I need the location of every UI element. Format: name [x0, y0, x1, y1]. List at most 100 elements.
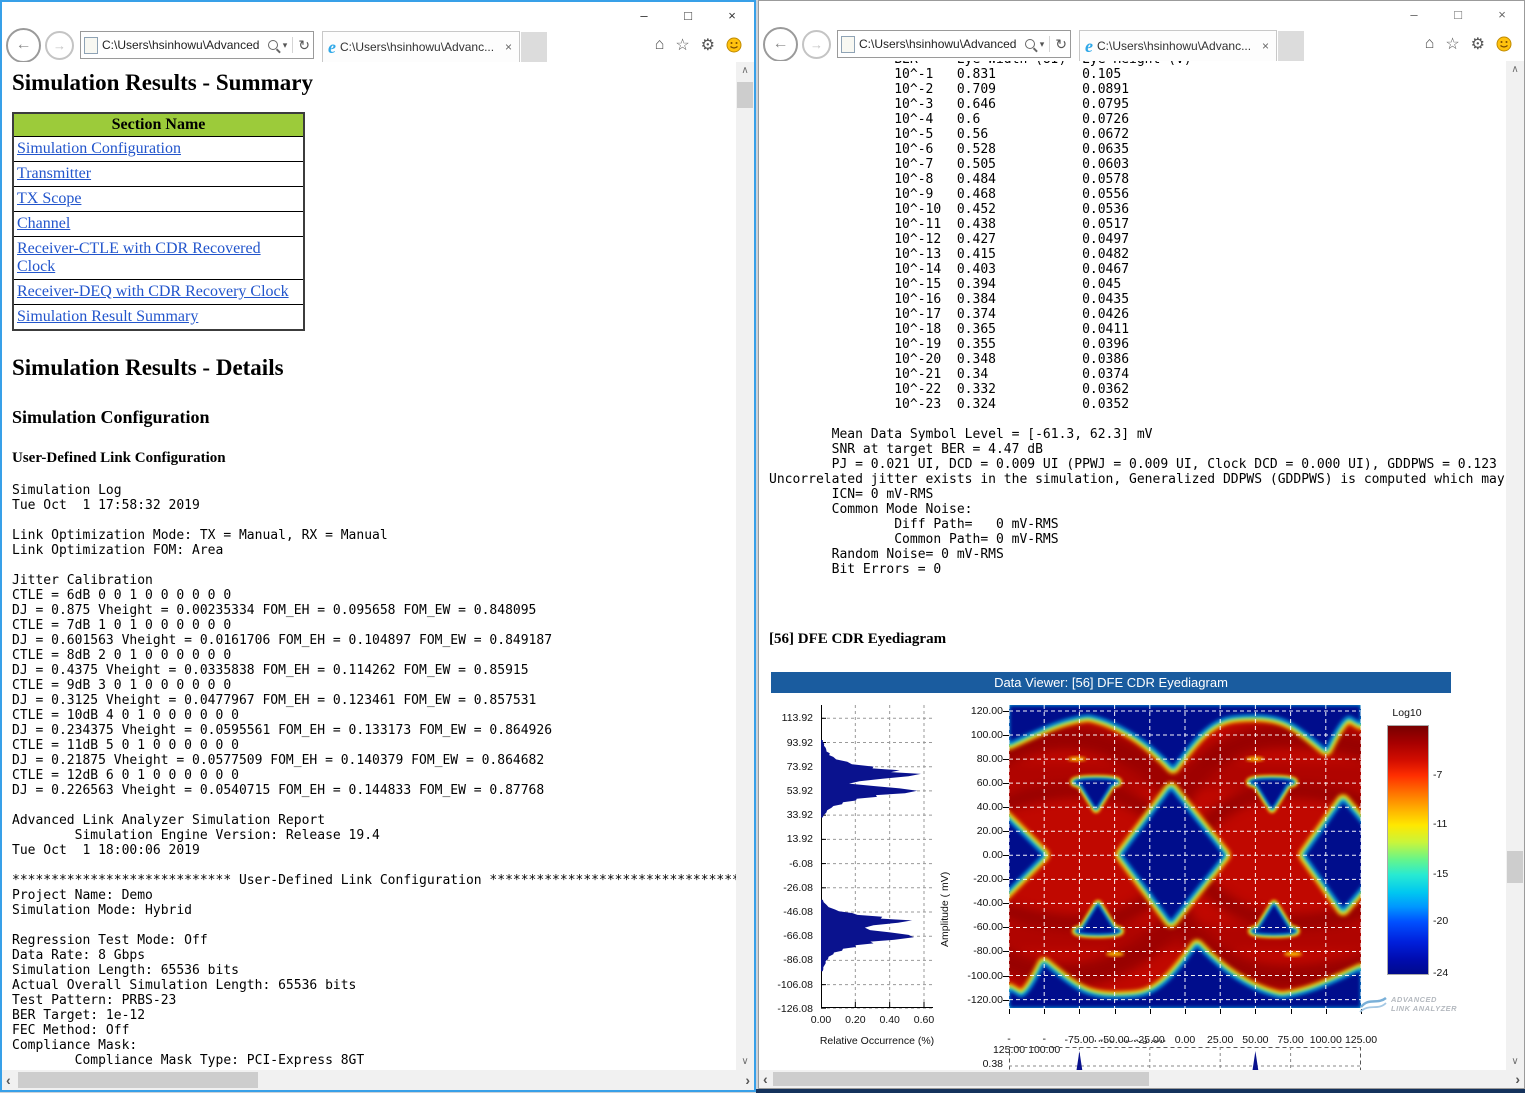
minimize-button[interactable]: – [1392, 1, 1436, 27]
colorbar [1387, 725, 1429, 975]
browser-tab[interactable]: e C:\Users\hsinhowu\Advanc... × [322, 31, 520, 62]
maximize-button[interactable]: □ [666, 2, 710, 28]
settings-icon[interactable]: ⚙ [1471, 34, 1485, 54]
scrollbar-thumb[interactable] [773, 1072, 1149, 1086]
vertical-scrollbar[interactable]: ∧ ∨ [1506, 61, 1524, 1070]
toc-link-6[interactable]: Receiver-DEQ with CDR Recovery Clock [17, 283, 289, 300]
toc-link-3[interactable]: TX Scope [17, 190, 81, 207]
new-tab-button[interactable] [521, 32, 547, 62]
eyediagram-heading: [56] DFE CDR Eyediagram [769, 631, 946, 648]
ber-table-and-summary: BER Eye Width (UI) Eye Height (V) 10^-1 … [769, 61, 1505, 577]
scrollbar-thumb[interactable] [18, 1072, 258, 1088]
scroll-down-arrow[interactable]: ∨ [736, 1056, 754, 1067]
toc-row: Channel [13, 212, 304, 237]
browser-tab[interactable]: e C:\Users\hsinhowu\Advanc... × [1079, 30, 1277, 61]
feedback-smiley-icon[interactable] [726, 37, 742, 53]
amp-x-tick-label: 0.00 [805, 1014, 837, 1026]
minimize-button[interactable]: – [622, 2, 666, 28]
address-bar[interactable]: C:\Users\hsinhowu\Advanced ▾ ↻ [80, 31, 314, 59]
tab-close-icon[interactable]: × [503, 40, 514, 54]
toc-row: Simulation Configuration [13, 137, 304, 162]
back-button[interactable]: ← [6, 28, 41, 63]
toc-cell: Simulation Result Summary [13, 305, 304, 331]
horizontal-scrollbar[interactable]: ‹ › [2, 1070, 754, 1090]
colorbar-tick-label: -15 [1433, 868, 1448, 880]
chevron-down-icon[interactable]: ▾ [283, 40, 288, 51]
horizontal-scrollbar[interactable]: ‹ › [759, 1070, 1524, 1088]
scrollbar-thumb[interactable] [737, 82, 753, 108]
feedback-smiley-icon[interactable] [1496, 36, 1512, 52]
toc-link-5[interactable]: Receiver-CTLE with CDR Recovered Clock [17, 240, 261, 275]
colorbar-tick-label: -7 [1433, 769, 1442, 781]
chevron-down-icon[interactable]: ▾ [1040, 39, 1045, 50]
toc-row: Receiver-DEQ with CDR Recovery Clock [13, 280, 304, 305]
subsection-heading: User-Defined Link Configuration [12, 450, 736, 467]
page-icon [84, 37, 98, 54]
scroll-right-arrow[interactable]: › [745, 1070, 750, 1090]
favorites-icon[interactable]: ☆ [675, 35, 689, 55]
eye-y-tick-label: 120.00 [971, 705, 1003, 717]
toc-link-2[interactable]: Transmitter [17, 165, 91, 182]
divider [292, 37, 293, 53]
address-bar[interactable]: C:\Users\hsinhowu\Advanced ▾ ↻ [837, 30, 1071, 58]
toc-cell: TX Scope [13, 187, 304, 212]
search-icon[interactable] [1025, 39, 1035, 49]
scroll-down-arrow[interactable]: ∨ [1506, 1056, 1524, 1067]
divider [1049, 36, 1050, 52]
url-text[interactable]: C:\Users\hsinhowu\Advanced [102, 38, 268, 52]
scroll-left-arrow[interactable]: ‹ [6, 1070, 11, 1090]
forward-button[interactable]: → [802, 30, 831, 59]
scroll-right-arrow[interactable]: › [1515, 1070, 1520, 1088]
eye-y-tick-label: -80.00 [973, 945, 1003, 957]
eye-y-tick-label: 40.00 [977, 801, 1003, 813]
favorites-icon[interactable]: ☆ [1445, 34, 1459, 54]
eye-x-tickmark [1150, 1009, 1151, 1014]
eye-heatmap-plot [1009, 705, 1361, 1008]
new-tab-button[interactable] [1278, 31, 1304, 61]
refresh-icon[interactable]: ↻ [298, 37, 310, 54]
scroll-up-arrow[interactable]: ∧ [1506, 64, 1524, 75]
toc-link-7[interactable]: Simulation Result Summary [17, 308, 198, 325]
back-button[interactable]: ← [763, 27, 798, 62]
maximize-button[interactable]: □ [1436, 1, 1480, 27]
settings-icon[interactable]: ⚙ [701, 35, 715, 55]
eye-x-tickmark [1220, 1009, 1221, 1014]
tab-title[interactable]: C:\Users\hsinhowu\Advanc... [340, 40, 503, 54]
toc-link-1[interactable]: Simulation Configuration [17, 140, 181, 157]
toc-cell: Transmitter [13, 162, 304, 187]
forward-button[interactable]: → [45, 31, 74, 60]
scroll-left-arrow[interactable]: ‹ [763, 1070, 768, 1088]
toc-row: Receiver-CTLE with CDR Recovered Clock [13, 237, 304, 280]
amp-y-tick-label: 93.92 [787, 737, 813, 749]
toc-body: Simulation Configuration Transmitter TX Sc… [13, 137, 304, 331]
tab-title[interactable]: C:\Users\hsinhowu\Advanc... [1097, 39, 1260, 53]
tab-close-icon[interactable]: × [1260, 39, 1271, 53]
search-icon[interactable] [268, 40, 278, 50]
eyediagram-figure: 113.9293.9273.9253.9233.9213.92-6.08-26.… [759, 697, 1503, 1070]
logo-line-1: ADVANCED [1391, 995, 1457, 1004]
home-icon[interactable]: ⌂ [655, 36, 665, 54]
eye-ylabel: Amplitude ( mV) [939, 777, 953, 947]
amp-y-tick-label: -86.08 [783, 954, 813, 966]
logo-line-2: LINK ANALYZER [1391, 1004, 1457, 1013]
toc-link-4[interactable]: Channel [17, 215, 70, 232]
scrollbar-thumb[interactable] [1507, 851, 1523, 883]
eye-y-tick-label: 80.00 [977, 753, 1003, 765]
refresh-icon[interactable]: ↻ [1055, 36, 1067, 53]
scroll-up-arrow[interactable]: ∧ [736, 65, 754, 76]
home-icon[interactable]: ⌂ [1425, 35, 1435, 53]
amp-y-tick-label: -6.08 [789, 858, 813, 870]
data-viewer-banner: Data Viewer: [56] DFE CDR Eyediagram [771, 672, 1451, 693]
toc-row: TX Scope [13, 187, 304, 212]
toc-row: Simulation Result Summary [13, 305, 304, 331]
time-histogram-title-clipped: Time Histogram [1059, 1040, 1199, 1047]
close-button[interactable]: × [710, 2, 754, 28]
close-button[interactable]: × [1480, 1, 1524, 27]
vertical-scrollbar[interactable]: ∧ ∨ [736, 62, 754, 1070]
url-text[interactable]: C:\Users\hsinhowu\Advanced [859, 37, 1025, 51]
eye-x-tickmark [1326, 1009, 1327, 1014]
amp-x-tick-label: 0.60 [908, 1014, 940, 1026]
right-page-content: BER Eye Width (UI) Eye Height (V) 10^-1 … [759, 61, 1506, 1070]
colorbar-tick-label: -11 [1433, 818, 1447, 830]
details-title: Simulation Results - Details [12, 355, 736, 381]
